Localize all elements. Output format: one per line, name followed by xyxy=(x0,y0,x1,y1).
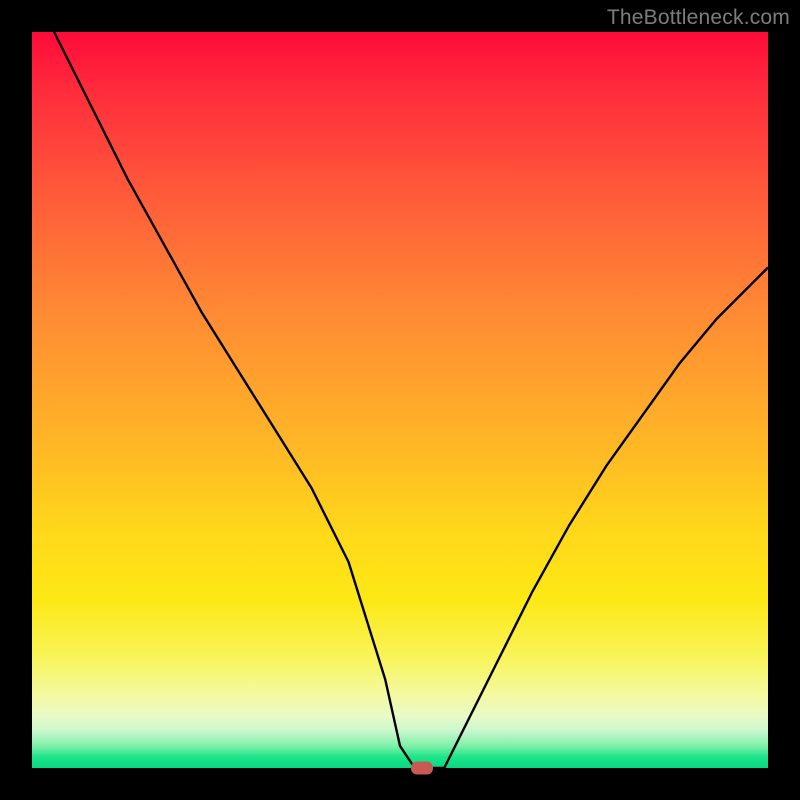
plot-area xyxy=(32,32,768,768)
minimum-marker xyxy=(411,762,433,775)
chart-frame: TheBottleneck.com xyxy=(0,0,800,800)
curve-svg xyxy=(32,32,768,768)
bottleneck-curve xyxy=(54,32,768,768)
watermark-text: TheBottleneck.com xyxy=(607,6,790,30)
